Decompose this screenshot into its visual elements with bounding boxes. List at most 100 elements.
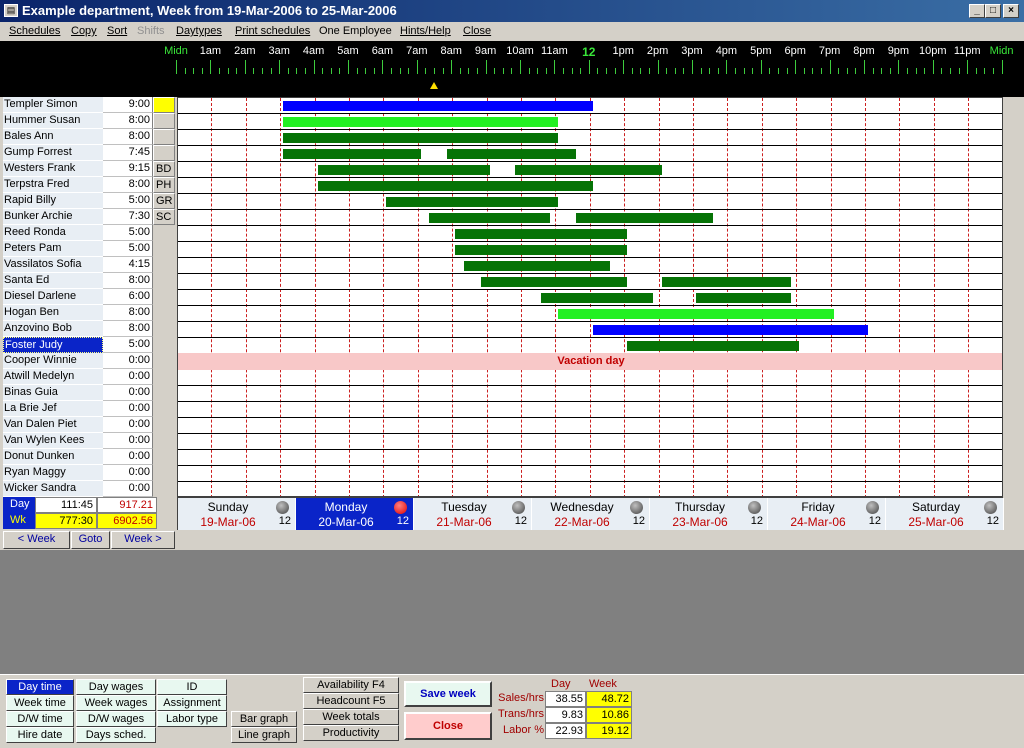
- day-cell-tuesday[interactable]: Tuesday21-Mar-0612: [414, 498, 532, 530]
- shift-bar[interactable]: [447, 149, 576, 159]
- employee-code[interactable]: [153, 145, 175, 161]
- shift-bar[interactable]: [283, 149, 421, 159]
- day-time-option[interactable]: Day time: [6, 679, 74, 695]
- employee-code[interactable]: [153, 113, 175, 129]
- shift-bar[interactable]: [515, 165, 661, 175]
- menu-shifts[interactable]: Shifts: [137, 25, 165, 38]
- employee-name[interactable]: Foster Judy: [3, 337, 103, 353]
- employee-name[interactable]: Hogan Ben: [3, 305, 103, 321]
- employee-name[interactable]: Bunker Archie: [3, 209, 103, 225]
- employee-name[interactable]: Binas Guia: [3, 385, 103, 401]
- menu-sort[interactable]: Sort: [107, 25, 127, 38]
- day-status-dot-icon[interactable]: [984, 501, 997, 514]
- menu-schedules[interactable]: Schedules: [9, 25, 60, 38]
- days-scheduled-option[interactable]: Days sched.: [76, 727, 156, 743]
- employee-name[interactable]: Hummer Susan: [3, 113, 103, 129]
- employee-code[interactable]: GR: [153, 193, 175, 209]
- productivity-button[interactable]: Productivity: [303, 725, 399, 741]
- shift-bar[interactable]: [283, 101, 593, 111]
- bar-graph-button[interactable]: Bar graph: [231, 711, 297, 727]
- day-cell-sunday[interactable]: Sunday19-Mar-0612: [178, 498, 296, 530]
- employee-code[interactable]: [153, 97, 175, 113]
- day-cell-wednesday[interactable]: Wednesday22-Mar-0612: [532, 498, 650, 530]
- shift-bar[interactable]: [283, 117, 558, 127]
- schedule-row[interactable]: [178, 466, 1003, 482]
- week-time-option[interactable]: Week time: [6, 695, 74, 711]
- employee-name[interactable]: Donut Dunken: [3, 449, 103, 465]
- employee-name[interactable]: Cooper Winnie: [3, 353, 103, 369]
- schedule-row[interactable]: [178, 370, 1003, 386]
- schedule-row[interactable]: [178, 322, 1003, 338]
- close-button[interactable]: Close: [404, 712, 492, 740]
- schedule-row[interactable]: [178, 402, 1003, 418]
- shift-bar[interactable]: [455, 229, 627, 239]
- dw-time-option[interactable]: D/W time: [6, 711, 74, 727]
- minimize-button[interactable]: _: [969, 4, 985, 18]
- employee-name[interactable]: La Brie Jef: [3, 401, 103, 417]
- dw-wages-option[interactable]: D/W wages: [76, 711, 156, 727]
- week-wages-option[interactable]: Week wages: [76, 695, 156, 711]
- schedule-row[interactable]: [178, 194, 1003, 210]
- employee-name[interactable]: Van Wylen Kees: [3, 433, 103, 449]
- headcount-button[interactable]: Headcount F5: [303, 693, 399, 709]
- day-cell-monday[interactable]: Monday20-Mar-0612: [296, 498, 414, 530]
- schedule-row[interactable]: [178, 386, 1003, 402]
- day-status-dot-icon[interactable]: [276, 501, 289, 514]
- shift-bar[interactable]: [429, 213, 549, 223]
- menu-print-schedules[interactable]: Print schedules: [235, 25, 310, 38]
- employee-name[interactable]: Westers Frank: [3, 161, 103, 177]
- shift-bar[interactable]: [662, 277, 791, 287]
- employee-code[interactable]: SC: [153, 209, 175, 225]
- shift-bar[interactable]: [318, 181, 593, 191]
- labor-type-option[interactable]: Labor type: [157, 711, 227, 727]
- day-status-dot-icon[interactable]: [512, 501, 525, 514]
- menu-hints-help[interactable]: Hints/Help: [400, 25, 451, 38]
- shift-bar[interactable]: [386, 197, 558, 207]
- assignment-option[interactable]: Assignment: [157, 695, 227, 711]
- menu-one-employee[interactable]: One Employee: [319, 25, 392, 38]
- day-cell-saturday[interactable]: Saturday25-Mar-0612: [886, 498, 1004, 530]
- day-status-dot-icon[interactable]: [866, 501, 879, 514]
- employee-name[interactable]: Peters Pam: [3, 241, 103, 257]
- employee-name[interactable]: Bales Ann: [3, 129, 103, 145]
- shift-bar[interactable]: [627, 341, 799, 351]
- shift-bar[interactable]: [541, 293, 653, 303]
- menu-daytypes[interactable]: Daytypes: [176, 25, 222, 38]
- availability-button[interactable]: Availability F4: [303, 677, 399, 693]
- day-status-dot-icon[interactable]: [630, 501, 643, 514]
- day-cell-friday[interactable]: Friday24-Mar-0612: [768, 498, 886, 530]
- day-cell-thursday[interactable]: Thursday23-Mar-0612: [650, 498, 768, 530]
- hire-date-option[interactable]: Hire date: [6, 727, 74, 743]
- week-totals-button[interactable]: Week totals: [303, 709, 399, 725]
- employee-name[interactable]: Santa Ed: [3, 273, 103, 289]
- employee-name[interactable]: Van Dalen Piet: [3, 417, 103, 433]
- close-window-button[interactable]: ×: [1003, 4, 1019, 18]
- next-week-button[interactable]: Week >: [111, 531, 175, 549]
- shift-bar[interactable]: [481, 277, 627, 287]
- schedule-row[interactable]: [178, 450, 1003, 466]
- shift-bar[interactable]: [455, 245, 627, 255]
- employee-name[interactable]: Ryan Maggy: [3, 465, 103, 481]
- day-status-dot-icon[interactable]: [748, 501, 761, 514]
- menu-close[interactable]: Close: [463, 25, 491, 38]
- hour-timeline[interactable]: Midn1am2am3am4am5am6am7am8am9am10am11am1…: [0, 41, 1024, 97]
- shift-bar[interactable]: [318, 165, 490, 175]
- schedule-row[interactable]: [178, 434, 1003, 450]
- employee-code[interactable]: PH: [153, 177, 175, 193]
- schedule-row[interactable]: [178, 482, 1003, 497]
- employee-name[interactable]: Wicker Sandra: [3, 481, 103, 497]
- vacation-row[interactable]: Vacation day: [178, 353, 1003, 370]
- employee-name[interactable]: Terpstra Fred: [3, 177, 103, 193]
- app-icon[interactable]: ▤: [4, 4, 18, 17]
- shift-bar[interactable]: [558, 309, 833, 319]
- save-week-button[interactable]: Save week: [404, 681, 492, 707]
- schedule-row[interactable]: [178, 418, 1003, 434]
- shift-bar[interactable]: [593, 325, 868, 335]
- employee-name[interactable]: Gump Forrest: [3, 145, 103, 161]
- line-graph-button[interactable]: Line graph: [231, 727, 297, 743]
- maximize-button[interactable]: □: [985, 4, 1001, 18]
- shift-bar[interactable]: [696, 293, 791, 303]
- employee-code[interactable]: [153, 129, 175, 145]
- menu-copy[interactable]: Copy: [71, 25, 97, 38]
- employee-name[interactable]: Vassilatos Sofia: [3, 257, 103, 273]
